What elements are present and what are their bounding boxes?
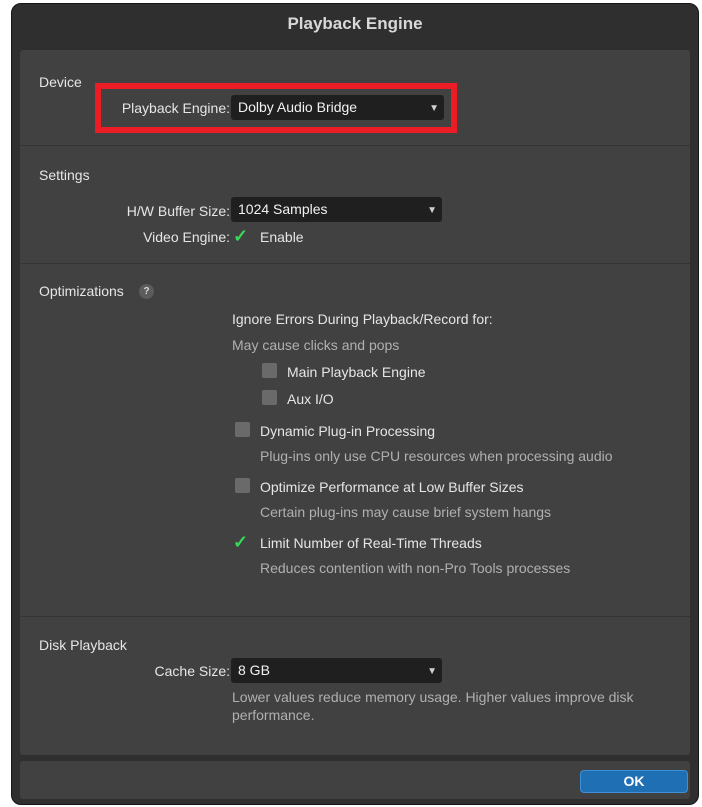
- cache-size-select[interactable]: 8 GB ▼: [231, 658, 442, 683]
- dynamic-plugin-label: Dynamic Plug-in Processing: [260, 423, 436, 439]
- cache-size-note-line1: Lower values reduce memory usage. Higher…: [232, 689, 634, 705]
- limit-threads-checkbox[interactable]: ✓: [233, 533, 253, 551]
- settings-panel: Device Playback Engine: Dolby Audio Brid…: [20, 50, 690, 755]
- cache-size-note-line2: performance.: [232, 707, 315, 723]
- help-icon[interactable]: ?: [139, 284, 154, 299]
- dialog-footer: OK: [20, 761, 690, 799]
- dynamic-plugin-checkbox[interactable]: [235, 422, 250, 437]
- chevron-down-icon: ▼: [427, 205, 437, 216]
- dynamic-plugin-note: Plug-ins only use CPU resources when pro…: [260, 448, 613, 464]
- optimize-performance-label: Optimize Performance at Low Buffer Sizes: [260, 479, 524, 495]
- device-section-title: Device: [39, 74, 82, 90]
- checkmark-icon: ✓: [233, 532, 249, 552]
- aux-io-label: Aux I/O: [287, 391, 334, 407]
- divider: [20, 263, 690, 264]
- limit-threads-label: Limit Number of Real-Time Threads: [260, 535, 482, 551]
- playback-engine-dialog: Playback Engine Device Playback Engine: …: [11, 3, 699, 805]
- optimize-performance-note: Certain plug-ins may cause brief system …: [260, 504, 552, 520]
- settings-section-title: Settings: [39, 167, 90, 183]
- ignore-errors-heading: Ignore Errors During Playback/Record for…: [232, 311, 493, 327]
- divider: [20, 616, 690, 617]
- ignore-errors-note: May cause clicks and pops: [232, 337, 400, 353]
- main-playback-engine-checkbox[interactable]: [262, 363, 277, 378]
- cache-size-value: 8 GB: [238, 662, 270, 678]
- divider: [20, 145, 690, 146]
- video-engine-option: Enable: [260, 229, 304, 245]
- disk-playback-section-title: Disk Playback: [39, 637, 127, 653]
- ok-button[interactable]: OK: [580, 770, 688, 793]
- optimizations-section-title: Optimizations: [39, 283, 124, 299]
- buffer-size-select[interactable]: 1024 Samples ▼: [231, 197, 442, 222]
- limit-threads-note: Reduces contention with non-Pro Tools pr…: [260, 560, 571, 576]
- chevron-down-icon: ▼: [427, 666, 437, 677]
- highlight-box: [95, 83, 457, 133]
- dialog-title: Playback Engine: [287, 14, 423, 33]
- buffer-size-label: H/W Buffer Size:: [126, 203, 230, 219]
- checkmark-icon: ✓: [233, 226, 249, 246]
- video-engine-label: Video Engine:: [143, 229, 230, 245]
- main-playback-engine-label: Main Playback Engine: [287, 364, 426, 380]
- aux-io-checkbox[interactable]: [262, 390, 277, 405]
- video-engine-checkbox[interactable]: ✓: [233, 227, 253, 245]
- optimize-performance-checkbox[interactable]: [235, 478, 250, 493]
- cache-size-label: Cache Size:: [154, 663, 230, 679]
- buffer-size-value: 1024 Samples: [238, 201, 328, 217]
